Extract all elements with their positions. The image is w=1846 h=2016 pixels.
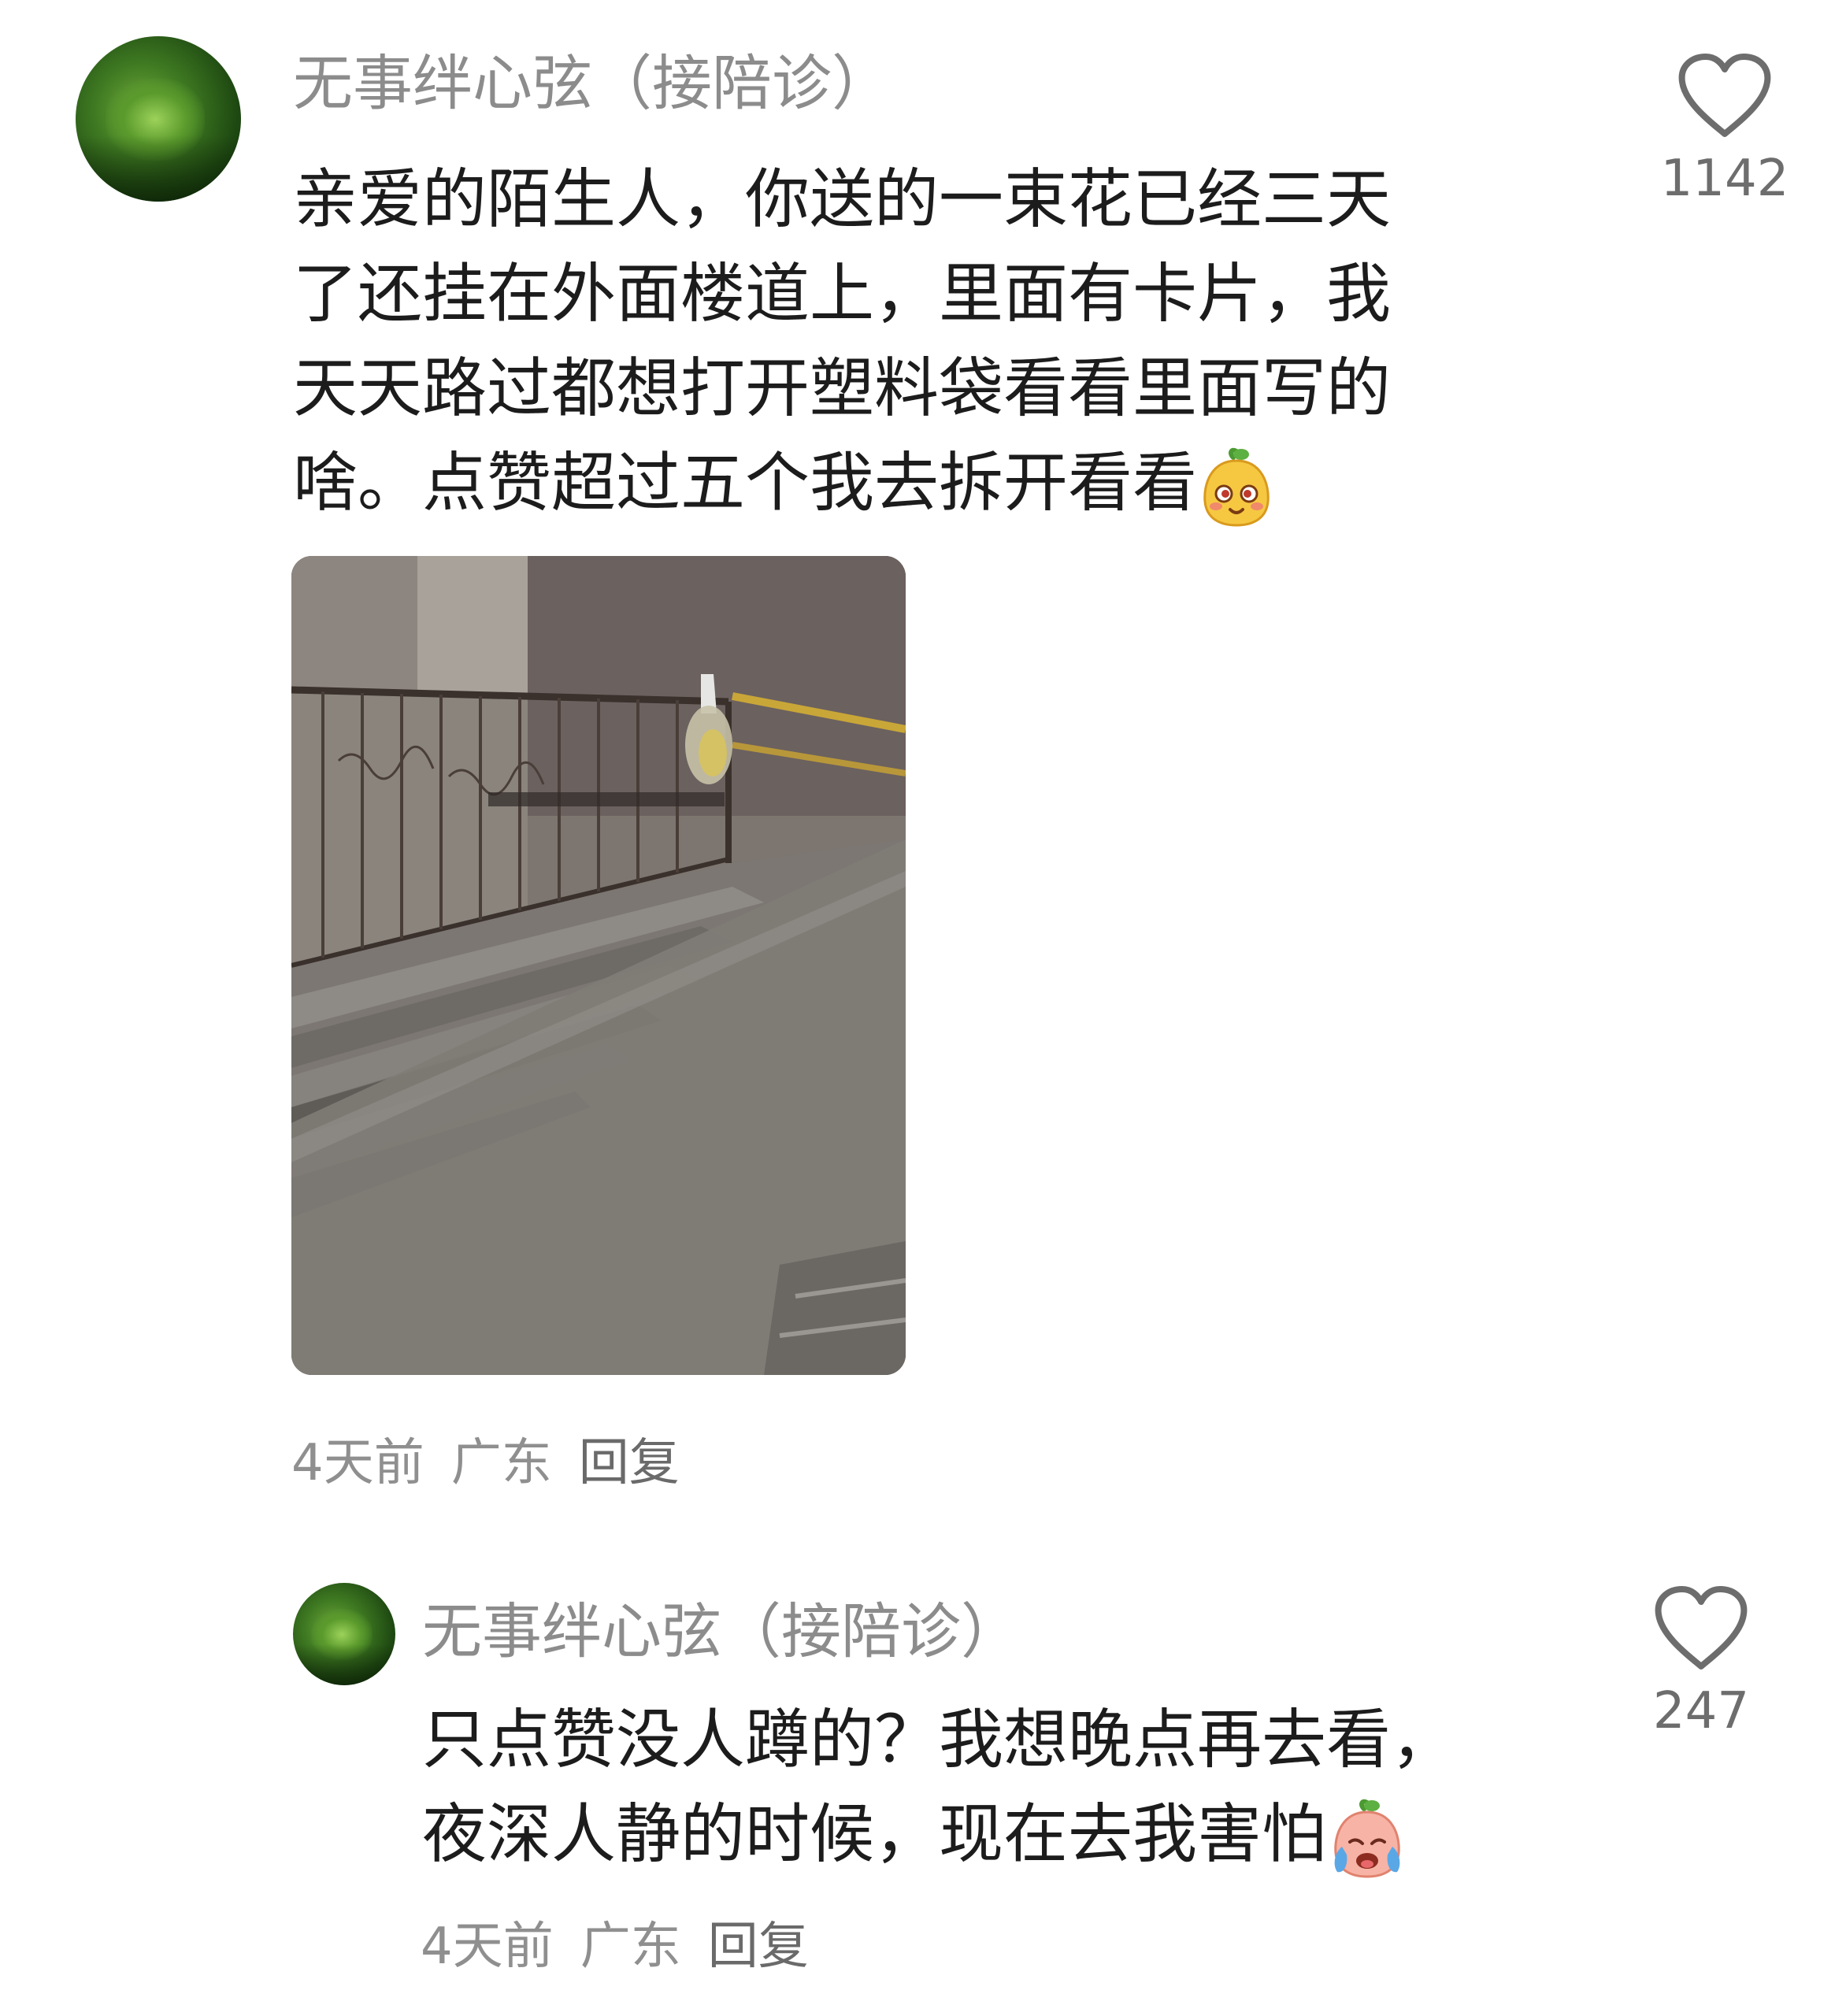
shy-mascot-emoji — [1203, 447, 1270, 527]
reply-link[interactable]: 回复 — [708, 1918, 809, 1976]
like-button[interactable]: 1142 — [1630, 52, 1819, 208]
user-avatar[interactable] — [76, 36, 241, 202]
comment-line-last: 夜深人静的时候，现在去我害怕 — [422, 1788, 1455, 1882]
stairwell-photo-scene — [291, 556, 906, 1375]
comment-line-text: 啥。点赞超过五个我去拆开看看 — [293, 446, 1198, 521]
like-count: 1142 — [1660, 150, 1789, 208]
comment-thread: 无事绊心弦（接陪诊） 亲爱的陌生人，你送的一束花已经三天 了还挂在外面楼道上，里… — [0, 0, 1846, 2016]
comment-line-last: 啥。点赞超过五个我去拆开看看 — [293, 436, 1391, 531]
heart-icon[interactable] — [1676, 52, 1774, 140]
comment-meta: 4天前 广东 回复 — [421, 1906, 836, 1978]
comment-username[interactable]: 无事绊心弦（接陪诊） — [422, 1583, 1021, 1670]
comment-line: 只点赞没人蹲的？我想晚点再去看， — [422, 1703, 1456, 1777]
like-count: 247 — [1652, 1682, 1750, 1740]
comment-line-text: 夜深人静的时候，现在去我害怕 — [422, 1797, 1327, 1872]
reply-link[interactable]: 回复 — [579, 1434, 680, 1492]
like-button[interactable]: 247 — [1607, 1584, 1796, 1740]
comment-time: 4天前 — [421, 1918, 554, 1976]
comment-line: 天天路过都想打开塑料袋看看里面写的 — [293, 351, 1392, 426]
comment-location: 广东 — [580, 1918, 681, 1976]
comment-location: 广东 — [450, 1434, 552, 1492]
comment-meta: 4天前 广东 回复 — [291, 1422, 706, 1495]
stairwell-photo[interactable] — [291, 556, 906, 1375]
comment-body: 亲爱的陌生人，你送的一束花已经三天 了还挂在外面楼道上，里面有卡片，我 天天路过… — [293, 153, 1391, 531]
comment-body: 只点赞没人蹲的？我想晚点再去看， 夜深人静的时候，现在去我害怕 — [422, 1693, 1455, 1882]
comment-username[interactable]: 无事绊心弦（接陪诊） — [293, 35, 891, 121]
heart-icon[interactable] — [1652, 1584, 1750, 1673]
crying-mascot-emoji — [1334, 1799, 1400, 1878]
comment-time: 4天前 — [291, 1434, 424, 1492]
user-avatar[interactable] — [293, 1583, 395, 1685]
comment-line: 了还挂在外面楼道上，里面有卡片，我 — [293, 257, 1392, 332]
comment-line: 亲爱的陌生人，你送的一束花已经三天 — [293, 162, 1392, 237]
